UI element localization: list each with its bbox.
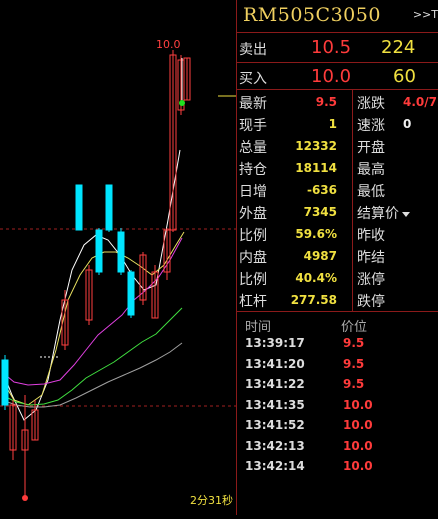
stat-value: 4.0/72: [403, 95, 438, 109]
tick-price: 10.0: [343, 397, 373, 412]
stat-label: 比例: [239, 228, 267, 244]
stat-value: 1: [328, 117, 337, 131]
column-divider: [352, 90, 353, 311]
tick-time: 13:42:14: [245, 459, 305, 473]
stat-label: 涨停: [357, 272, 385, 288]
tick-time: 13:41:35: [245, 397, 305, 412]
chart-canvas[interactable]: [0, 0, 236, 515]
low-price-dot: [22, 495, 28, 501]
tick-time: 13:41:20: [245, 356, 305, 371]
current-price-dot: [179, 100, 185, 106]
stat-label: 涨跌: [357, 96, 385, 112]
stat-label: 跌停: [357, 294, 385, 310]
candle-body: [1, 359, 9, 406]
bid-volume: 60: [393, 66, 416, 87]
tick-price: 10.0: [343, 438, 373, 453]
stat-value: 7345: [303, 205, 337, 219]
ticks-header-time: 时间: [245, 320, 272, 335]
tick-price: 10.0: [343, 418, 373, 432]
stat-value: 4987: [303, 249, 337, 263]
contract-symbol: RM505C3050: [243, 4, 381, 26]
stat-label[interactable]: 结算价: [357, 203, 410, 223]
stat-label: 总量: [239, 140, 267, 156]
stat-label: 最高: [357, 162, 385, 178]
stat-value: 40.4%: [295, 271, 337, 285]
stat-label: 昨结: [357, 250, 385, 266]
stat-value: 277.58: [290, 293, 337, 307]
candle-body: [95, 229, 103, 273]
ask-price: 10.5: [311, 37, 352, 58]
tick-price: 9.5: [343, 356, 365, 371]
dropdown-arrow-icon[interactable]: [402, 211, 410, 217]
candle-body: [117, 231, 125, 273]
ask-volume: 224: [381, 37, 416, 58]
stat-label: 最新: [239, 96, 267, 112]
bid-label: 买入: [239, 71, 267, 87]
divider: [237, 32, 438, 33]
quote-panel: RM505C3050 >>T 卖出 10.5 224 买入 10.0 60 最新…: [237, 0, 438, 515]
stat-label: 速涨: [357, 118, 385, 134]
stat-label: 日增: [239, 184, 267, 200]
tick-time: 13:41:22: [245, 377, 305, 391]
divider: [237, 62, 438, 63]
tick-price: 9.5: [343, 377, 365, 391]
stat-label: 昨收: [357, 228, 385, 244]
ask-row[interactable]: 卖出 10.5 224: [237, 36, 438, 58]
stat-value: 12332: [295, 139, 337, 153]
divider: [237, 311, 438, 312]
candle-body: [127, 271, 135, 316]
stat-label: 杠杆: [239, 294, 267, 310]
stat-value: -636: [306, 183, 337, 197]
stat-value: 18114: [295, 161, 337, 175]
ask-label: 卖出: [239, 42, 267, 58]
stat-value: 9.5: [315, 95, 337, 109]
tick-price: 9.5: [343, 336, 365, 350]
nav-link[interactable]: >>T: [413, 8, 438, 21]
stat-label: 开盘: [357, 140, 385, 156]
countdown-timer: 2分31秒: [190, 494, 233, 507]
candle-body: [105, 184, 113, 231]
stat-label: 现手: [239, 118, 267, 134]
stat-value: 59.6%: [295, 227, 337, 241]
moving-average-line: [1, 149, 181, 421]
stat-label: 外盘: [239, 206, 267, 222]
candle-body: [75, 184, 83, 231]
candlestick-chart[interactable]: 10.0 2分31秒: [0, 0, 236, 515]
stat-label: 持仓: [239, 162, 267, 178]
tick-price: 10.0: [343, 459, 373, 473]
tick-time: 13:39:17: [245, 336, 305, 350]
tick-time: 13:42:13: [245, 438, 305, 453]
ticks-header-price: 价位: [341, 320, 368, 335]
bid-row[interactable]: 买入 10.0 60: [237, 65, 438, 87]
tick-time: 13:41:52: [245, 418, 305, 432]
stat-label: 最低: [357, 184, 385, 200]
divider: [237, 89, 438, 90]
stat-label: 内盘: [239, 250, 267, 266]
bid-price: 10.0: [311, 66, 352, 87]
stat-label: 比例: [239, 272, 267, 288]
stat-value: 0: [403, 117, 412, 131]
peak-price-label: 10.0: [156, 38, 181, 51]
